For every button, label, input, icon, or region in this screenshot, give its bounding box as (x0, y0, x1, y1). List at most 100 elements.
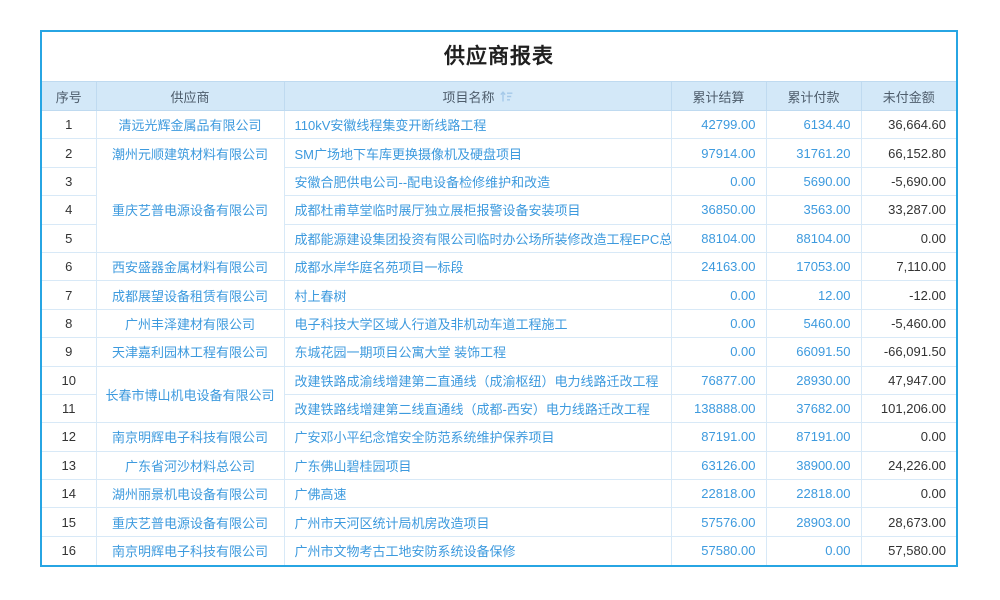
no-cell: 1 (42, 111, 96, 139)
no-cell: 11 (42, 394, 96, 422)
no-cell: 3 (42, 167, 96, 195)
no-cell: 2 (42, 139, 96, 167)
settle-cell: 0.00 (671, 338, 766, 366)
unpaid-cell: 36,664.60 (861, 111, 956, 139)
no-cell: 4 (42, 196, 96, 224)
paid-cell: 28930.00 (766, 366, 861, 394)
supplier-cell: 潮州元顺建筑材料有限公司 (96, 139, 284, 167)
project-cell: 成都杜甫草堂临时展厅独立展柜报警设备安装项目 (284, 196, 671, 224)
project-cell: 改建铁路线增建第二线直通线（成都-西安）电力线路迁改工程 (284, 394, 671, 422)
project-cell: 广东佛山碧桂园项目 (284, 451, 671, 479)
paid-cell: 22818.00 (766, 480, 861, 508)
settle-cell: 0.00 (671, 167, 766, 195)
paid-cell: 3563.00 (766, 196, 861, 224)
column-header-label: 序号 (56, 90, 82, 105)
settle-cell: 0.00 (671, 281, 766, 309)
column-header-supplier: 供应商 (96, 82, 284, 111)
supplier-cell: 南京明辉电子科技有限公司 (96, 536, 284, 564)
project-cell: 广州市天河区统计局机房改造项目 (284, 508, 671, 536)
unpaid-cell: 0.00 (861, 480, 956, 508)
supplier-cell: 重庆艺普电源设备有限公司 (96, 508, 284, 536)
no-cell: 6 (42, 252, 96, 280)
table-body: 1清远光辉金属品有限公司110kV安徽线程集变开断线路工程42799.00613… (42, 111, 956, 565)
supplier-cell: 天津嘉利园林工程有限公司 (96, 338, 284, 366)
table-row: 16南京明辉电子科技有限公司广州市文物考古工地安防系统设备保修57580.000… (42, 536, 956, 564)
settle-cell: 24163.00 (671, 252, 766, 280)
settle-cell: 88104.00 (671, 224, 766, 252)
project-cell: 广佛高速 (284, 480, 671, 508)
paid-cell: 5460.00 (766, 309, 861, 337)
column-header-label: 累计结算 (692, 90, 744, 105)
settle-cell: 22818.00 (671, 480, 766, 508)
no-cell: 13 (42, 451, 96, 479)
settle-cell: 36850.00 (671, 196, 766, 224)
supplier-cell: 南京明辉电子科技有限公司 (96, 423, 284, 451)
settle-cell: 42799.00 (671, 111, 766, 139)
column-header-label: 累计付款 (787, 90, 839, 105)
table-row: 13广东省河沙材料总公司广东佛山碧桂园项目63126.0038900.0024,… (42, 451, 956, 479)
sort-asc-icon[interactable] (500, 91, 513, 106)
paid-cell: 0.00 (766, 536, 861, 564)
settle-cell: 0.00 (671, 309, 766, 337)
table-row: 15重庆艺普电源设备有限公司广州市天河区统计局机房改造项目57576.00289… (42, 508, 956, 536)
settle-cell: 63126.00 (671, 451, 766, 479)
project-cell: 广安邓小平纪念馆安全防范系统维护保养项目 (284, 423, 671, 451)
no-cell: 9 (42, 338, 96, 366)
unpaid-cell: 47,947.00 (861, 366, 956, 394)
paid-cell: 66091.50 (766, 338, 861, 366)
column-header-settle: 累计结算 (671, 82, 766, 111)
table-row: 12南京明辉电子科技有限公司广安邓小平纪念馆安全防范系统维护保养项目 87191.… (42, 423, 956, 451)
table-row: 3安徽合肥供电公司--配电设备检修维护和改造0.005690.00-5,690.… (42, 167, 956, 195)
paid-cell: 6134.40 (766, 111, 861, 139)
supplier-cell: 长春市博山机电设备有限公司 (96, 366, 284, 423)
supplier-cell: 清远光辉金属品有限公司 (96, 111, 284, 139)
project-cell: 广州市文物考古工地安防系统设备保修 (284, 536, 671, 564)
column-header-project[interactable]: 项目名称 (284, 82, 671, 111)
column-header-label: 项目名称 (442, 90, 494, 105)
table-header: 序号供应商 项目名称 累计结算 累计付款 未付金额 (42, 82, 956, 111)
table-row: 4重庆艺普电源设备有限公司成都杜甫草堂临时展厅独立展柜报警设备安装项目36850… (42, 196, 956, 224)
column-header-label: 未付金额 (883, 90, 935, 105)
no-cell: 10 (42, 366, 96, 394)
paid-cell: 28903.00 (766, 508, 861, 536)
column-header-no: 序号 (42, 82, 96, 111)
unpaid-cell: -5,690.00 (861, 167, 956, 195)
table-row: 6西安盛器金属材料有限公司成都水岸华庭名苑项目一标段24163.0017053.… (42, 252, 956, 280)
no-cell: 12 (42, 423, 96, 451)
supplier-cell: 重庆艺普电源设备有限公司 (96, 196, 284, 224)
unpaid-cell: -5,460.00 (861, 309, 956, 337)
unpaid-cell: -12.00 (861, 281, 956, 309)
column-header-unpaid: 未付金额 (861, 82, 956, 111)
table-row: 10长春市博山机电设备有限公司改建铁路成渝线增建第二直通线（成渝枢纽）电力线路迁… (42, 366, 956, 394)
supplier-report-table: 序号供应商项目名称累计结算累计付款未付金额 1清远光辉金属品有限公司110kV安… (42, 81, 956, 565)
supplier-cell: 湖州丽景机电设备有限公司 (96, 480, 284, 508)
paid-cell: 88104.00 (766, 224, 861, 252)
unpaid-cell: -66,091.50 (861, 338, 956, 366)
no-cell: 15 (42, 508, 96, 536)
paid-cell: 31761.20 (766, 139, 861, 167)
project-cell: 东城花园一期项目公寓大堂 装饰工程 (284, 338, 671, 366)
paid-cell: 37682.00 (766, 394, 861, 422)
unpaid-cell: 66,152.80 (861, 139, 956, 167)
settle-cell: 97914.00 (671, 139, 766, 167)
paid-cell: 38900.00 (766, 451, 861, 479)
paid-cell: 12.00 (766, 281, 861, 309)
paid-cell: 87191.00 (766, 423, 861, 451)
project-cell: SM广场地下车库更换摄像机及硬盘项目 (284, 139, 671, 167)
paid-cell: 17053.00 (766, 252, 861, 280)
unpaid-cell: 7,110.00 (861, 252, 956, 280)
supplier-cell (96, 224, 284, 252)
project-cell: 改建铁路成渝线增建第二直通线（成渝枢纽）电力线路迁改工程 (284, 366, 671, 394)
table-row: 14湖州丽景机电设备有限公司广佛高速22818.0022818.000.00 (42, 480, 956, 508)
table-row: 9天津嘉利园林工程有限公司东城花园一期项目公寓大堂 装饰工程0.0066091.… (42, 338, 956, 366)
project-cell: 成都水岸华庭名苑项目一标段 (284, 252, 671, 280)
table-row: 5成都能源建设集团投资有限公司临时办公场所装修改造工程EPC总承包88104.0… (42, 224, 956, 252)
settle-cell: 57580.00 (671, 536, 766, 564)
column-header-paid: 累计付款 (766, 82, 861, 111)
project-cell: 电子科技大学区域人行道及非机动车道工程施工 (284, 309, 671, 337)
settle-cell: 57576.00 (671, 508, 766, 536)
supplier-cell (96, 167, 284, 195)
unpaid-cell: 28,673.00 (861, 508, 956, 536)
settle-cell: 138888.00 (671, 394, 766, 422)
table-row: 2潮州元顺建筑材料有限公司SM广场地下车库更换摄像机及硬盘项目97914.003… (42, 139, 956, 167)
